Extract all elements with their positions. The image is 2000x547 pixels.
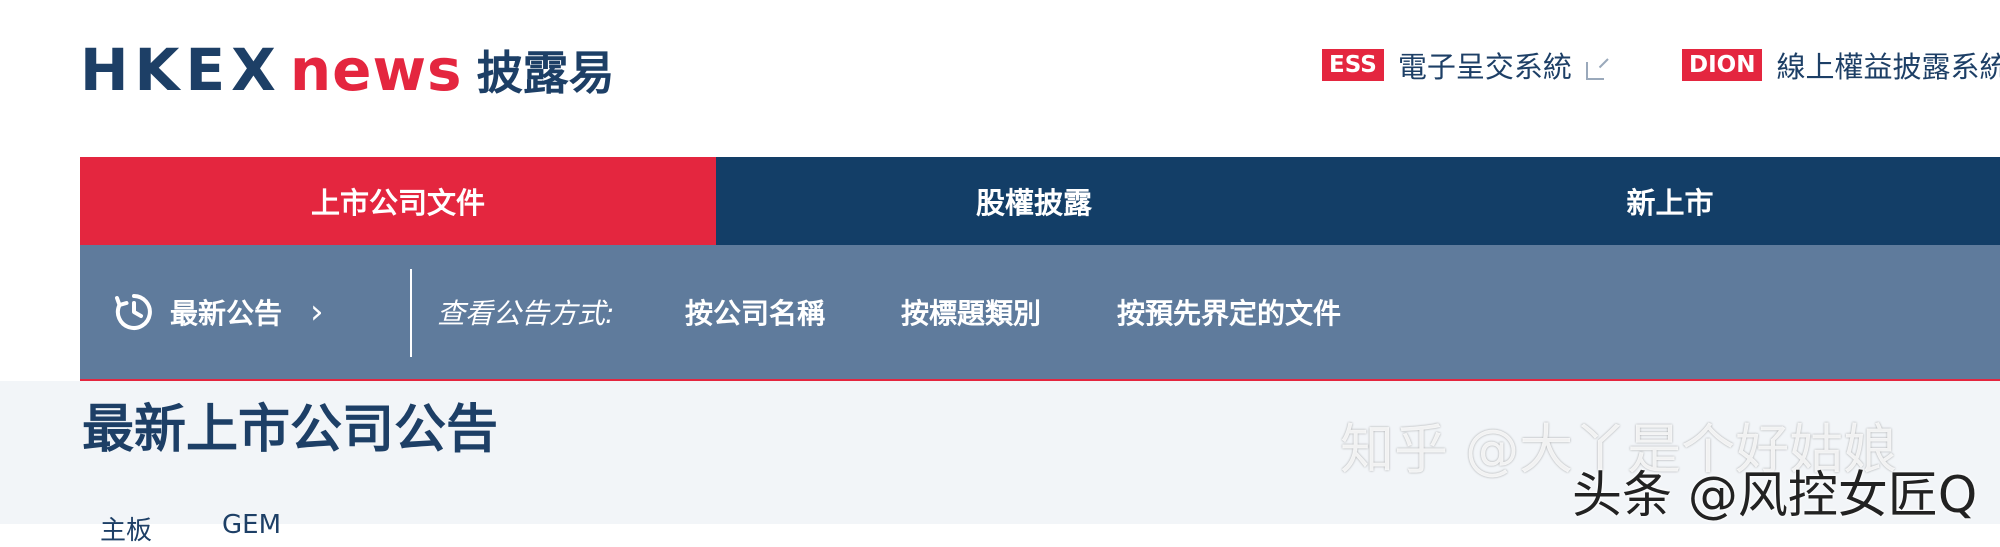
- main-nav: 上市公司文件 股權披露 新上市: [80, 157, 2000, 245]
- ess-link[interactable]: ESS 電子呈交系統: [1322, 44, 1604, 86]
- clock-refresh-icon: [114, 292, 154, 332]
- logo-news-text: news: [289, 36, 463, 104]
- tab-gem[interactable]: GEM: [222, 510, 281, 547]
- chevron-right-icon: ›: [310, 292, 324, 332]
- tab-disclosure-of-interests[interactable]: 股權披露: [716, 157, 1352, 245]
- logo-hkex-text: HKEX: [80, 36, 282, 104]
- logo-chinese-text: 披露易: [476, 46, 615, 100]
- latest-announcements-label: 最新公告: [170, 297, 283, 330]
- tab-new-listings[interactable]: 新上市: [1352, 157, 1988, 245]
- latest-announcements-link[interactable]: 最新公告 ›: [114, 245, 324, 379]
- page-title: 最新上市公司公告: [82, 400, 499, 460]
- view-by-predefined-documents[interactable]: 按預先界定的文件: [1117, 245, 1341, 379]
- ess-badge: ESS: [1322, 49, 1384, 81]
- dion-badge: DION: [1682, 49, 1763, 81]
- dion-link[interactable]: DION 線上權益披露系統: [1682, 44, 2000, 86]
- dion-label: 線上權益披露系統: [1776, 50, 2000, 84]
- tab-main-board[interactable]: 主板: [100, 510, 152, 547]
- board-tabs: 主板 GEM: [100, 510, 281, 547]
- view-by-headline-category[interactable]: 按標題類別: [901, 245, 1041, 379]
- view-by-company-name[interactable]: 按公司名稱: [685, 245, 825, 379]
- external-link-icon: [1585, 62, 1604, 80]
- hkexnews-logo[interactable]: HKEX news 披露易: [80, 30, 615, 110]
- sub-nav: 最新公告 › 查看公告方式: 按公司名稱 按標題類別 按預先界定的文件: [80, 245, 2000, 381]
- view-by-label: 查看公告方式:: [437, 297, 615, 330]
- site-header: HKEX news 披露易 ESS 電子呈交系統 DION 線上權益披露系統: [0, 0, 2000, 157]
- toutiao-watermark: 头条 @风控女匠Q: [1572, 466, 1978, 524]
- subnav-divider: [410, 269, 412, 357]
- tab-listed-company-documents[interactable]: 上市公司文件: [80, 157, 716, 245]
- ess-label: 電子呈交系統: [1397, 50, 1572, 84]
